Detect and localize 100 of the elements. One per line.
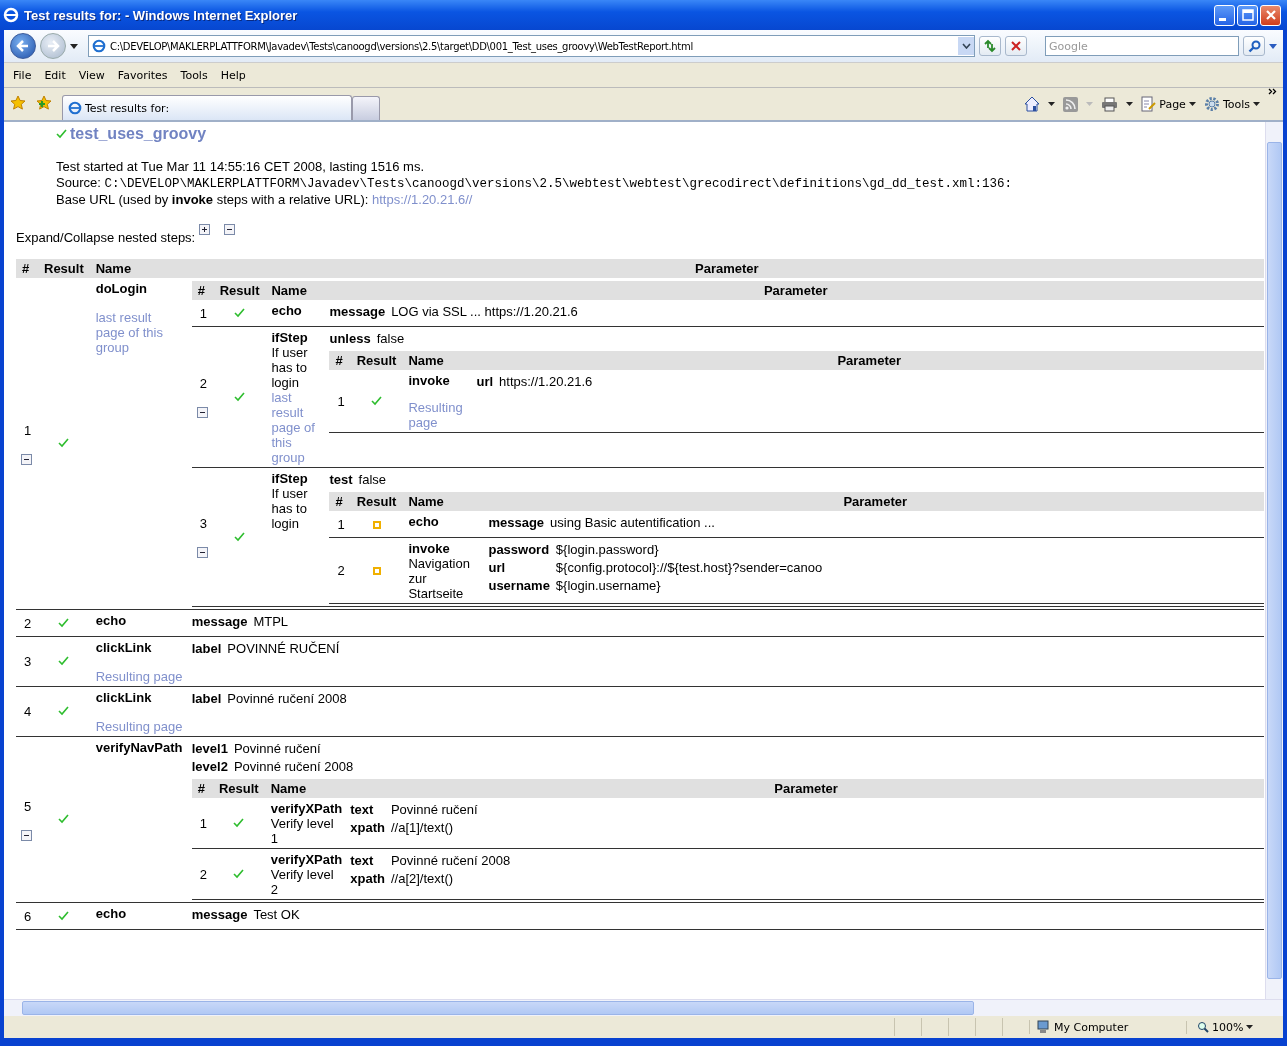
refresh-icon	[983, 39, 997, 53]
step-description: Navigation zur Startseite	[408, 556, 471, 601]
parameter-value: MTPL	[253, 613, 290, 631]
parameter-value: //a[1]/text()	[390, 819, 455, 837]
computer-icon	[1036, 1020, 1050, 1034]
favorites-star-icon[interactable]	[10, 95, 26, 111]
browser-tab[interactable]: Test results for:	[62, 95, 352, 120]
column-header: #	[191, 281, 214, 300]
zoom-control[interactable]: 100%	[1186, 1020, 1254, 1034]
parameter-name: password	[488, 541, 556, 559]
parameter-value: ${login.password}	[555, 541, 660, 559]
home-icon[interactable]	[1024, 96, 1041, 112]
page-menu-button[interactable]: Page	[1141, 96, 1196, 112]
column-header: #	[329, 492, 351, 511]
parameter-name: unless	[329, 330, 377, 348]
step-name: clickLink	[95, 640, 153, 655]
source-label: Source:	[56, 175, 101, 190]
menu-item[interactable]: Tools	[175, 68, 216, 82]
printer-icon[interactable]	[1101, 96, 1119, 112]
step-number: 2	[199, 866, 207, 882]
more-chevron-icon[interactable]	[1268, 88, 1277, 95]
step-name: invoke	[408, 373, 451, 388]
tools-menu-button[interactable]: Tools	[1203, 96, 1260, 112]
parameter-name: label	[191, 640, 223, 658]
vertical-scrollbar[interactable]	[1265, 122, 1283, 999]
collapse-all-icon[interactable]	[224, 224, 236, 235]
step-number: 4	[24, 704, 32, 719]
stop-button[interactable]	[1005, 36, 1027, 56]
expand-all-icon[interactable]	[199, 224, 211, 235]
menu-item[interactable]: Help	[215, 68, 254, 82]
step-description: If user has to login	[271, 486, 309, 531]
dropdown-icon[interactable]	[958, 37, 974, 55]
collapse-icon[interactable]	[21, 829, 32, 841]
collapse-icon[interactable]	[196, 547, 208, 558]
caret-icon[interactable]	[1048, 102, 1056, 106]
step-number: 1	[199, 305, 208, 321]
search-options-icon[interactable]	[1269, 43, 1277, 49]
column-header: Name	[89, 259, 190, 278]
search-button[interactable]	[1243, 36, 1265, 56]
column-header: Result	[212, 779, 265, 798]
step-name: invoke	[408, 541, 451, 556]
menu-item[interactable]: Edit	[39, 68, 74, 82]
step-number: 2	[199, 376, 208, 391]
maximize-button[interactable]	[1237, 4, 1258, 26]
parameter-value: false	[376, 330, 406, 348]
column-header: Name	[402, 492, 487, 511]
parameter-value: Povinné ručení 2008	[233, 758, 355, 776]
close-button[interactable]	[1260, 4, 1281, 26]
step-number: 6	[24, 908, 32, 924]
column-header: Parameter	[474, 351, 1264, 370]
new-tab-button[interactable]	[352, 96, 380, 120]
parameter-name: text	[350, 801, 375, 819]
add-favorite-icon[interactable]	[36, 95, 52, 111]
forward-arrow-icon	[46, 39, 60, 53]
parameter-name: text	[350, 852, 375, 870]
column-header: #	[191, 779, 213, 798]
column-header: Parameter	[348, 779, 1264, 798]
step-number: 5	[24, 798, 32, 814]
minimize-icon	[1219, 18, 1226, 21]
column-header: Parameter	[486, 492, 1264, 511]
minimize-button[interactable]	[1214, 4, 1235, 26]
parameter-name: test	[329, 471, 359, 489]
parameter-name: message	[191, 906, 254, 924]
close-icon	[1264, 9, 1277, 21]
column-header: #	[16, 259, 38, 278]
column-header: Name	[265, 281, 328, 300]
collapse-icon[interactable]	[196, 407, 208, 418]
back-button[interactable]	[10, 33, 36, 59]
refresh-button[interactable]	[979, 36, 1001, 56]
horizontal-scrollbar[interactable]	[4, 999, 1283, 1016]
column-header: Name	[402, 351, 475, 370]
step-name: echo	[95, 613, 128, 628]
parameter-name: username	[488, 577, 556, 595]
page-icon	[68, 101, 82, 115]
parameter-name: xpath	[350, 870, 391, 888]
search-field[interactable]: Google	[1045, 36, 1239, 56]
address-field[interactable]: C:\DEVELOP\MAKLERPLATTFORM\Javadev\Tests\canoogd\versions\2.5\target\DD\001_Test_uses_groovy\WebTestReport.html	[88, 35, 975, 57]
history-dropdown-icon[interactable]	[70, 43, 78, 49]
parameter-value: Povinné ručení 2008	[390, 852, 512, 870]
step-number: 1	[337, 393, 345, 409]
step-number: 1	[337, 516, 345, 532]
caret-icon	[1246, 1025, 1254, 1029]
base-url-label: Base URL (used by invoke steps with a relative URL):	[56, 192, 369, 207]
menu-item[interactable]: Favorites	[112, 68, 176, 82]
step-number: 3	[199, 516, 208, 531]
caret-icon	[1188, 102, 1196, 106]
column-header: #	[329, 351, 351, 370]
menu-item[interactable]: View	[73, 68, 113, 82]
page-icon	[92, 39, 106, 53]
column-header: Result	[38, 259, 90, 278]
search-icon	[1247, 39, 1261, 53]
collapse-icon[interactable]	[21, 453, 32, 465]
caret-icon[interactable]	[1126, 102, 1134, 106]
source-path: C:\DEVELOP\MAKLERPLATTFORM\Javadev\Tests\canoogd\versions\2.5\webtest\webtest\grecodirect\definitions\gd_dd_test.xml:136:	[104, 177, 1013, 191]
column-header: Parameter	[189, 259, 1264, 278]
menu-item[interactable]: File	[8, 68, 40, 82]
step-name: ifStep	[271, 471, 309, 486]
step-number: 2	[24, 615, 32, 631]
zoom-icon	[1197, 1021, 1209, 1033]
parameter-value: using Basic autentification ...	[550, 514, 716, 532]
